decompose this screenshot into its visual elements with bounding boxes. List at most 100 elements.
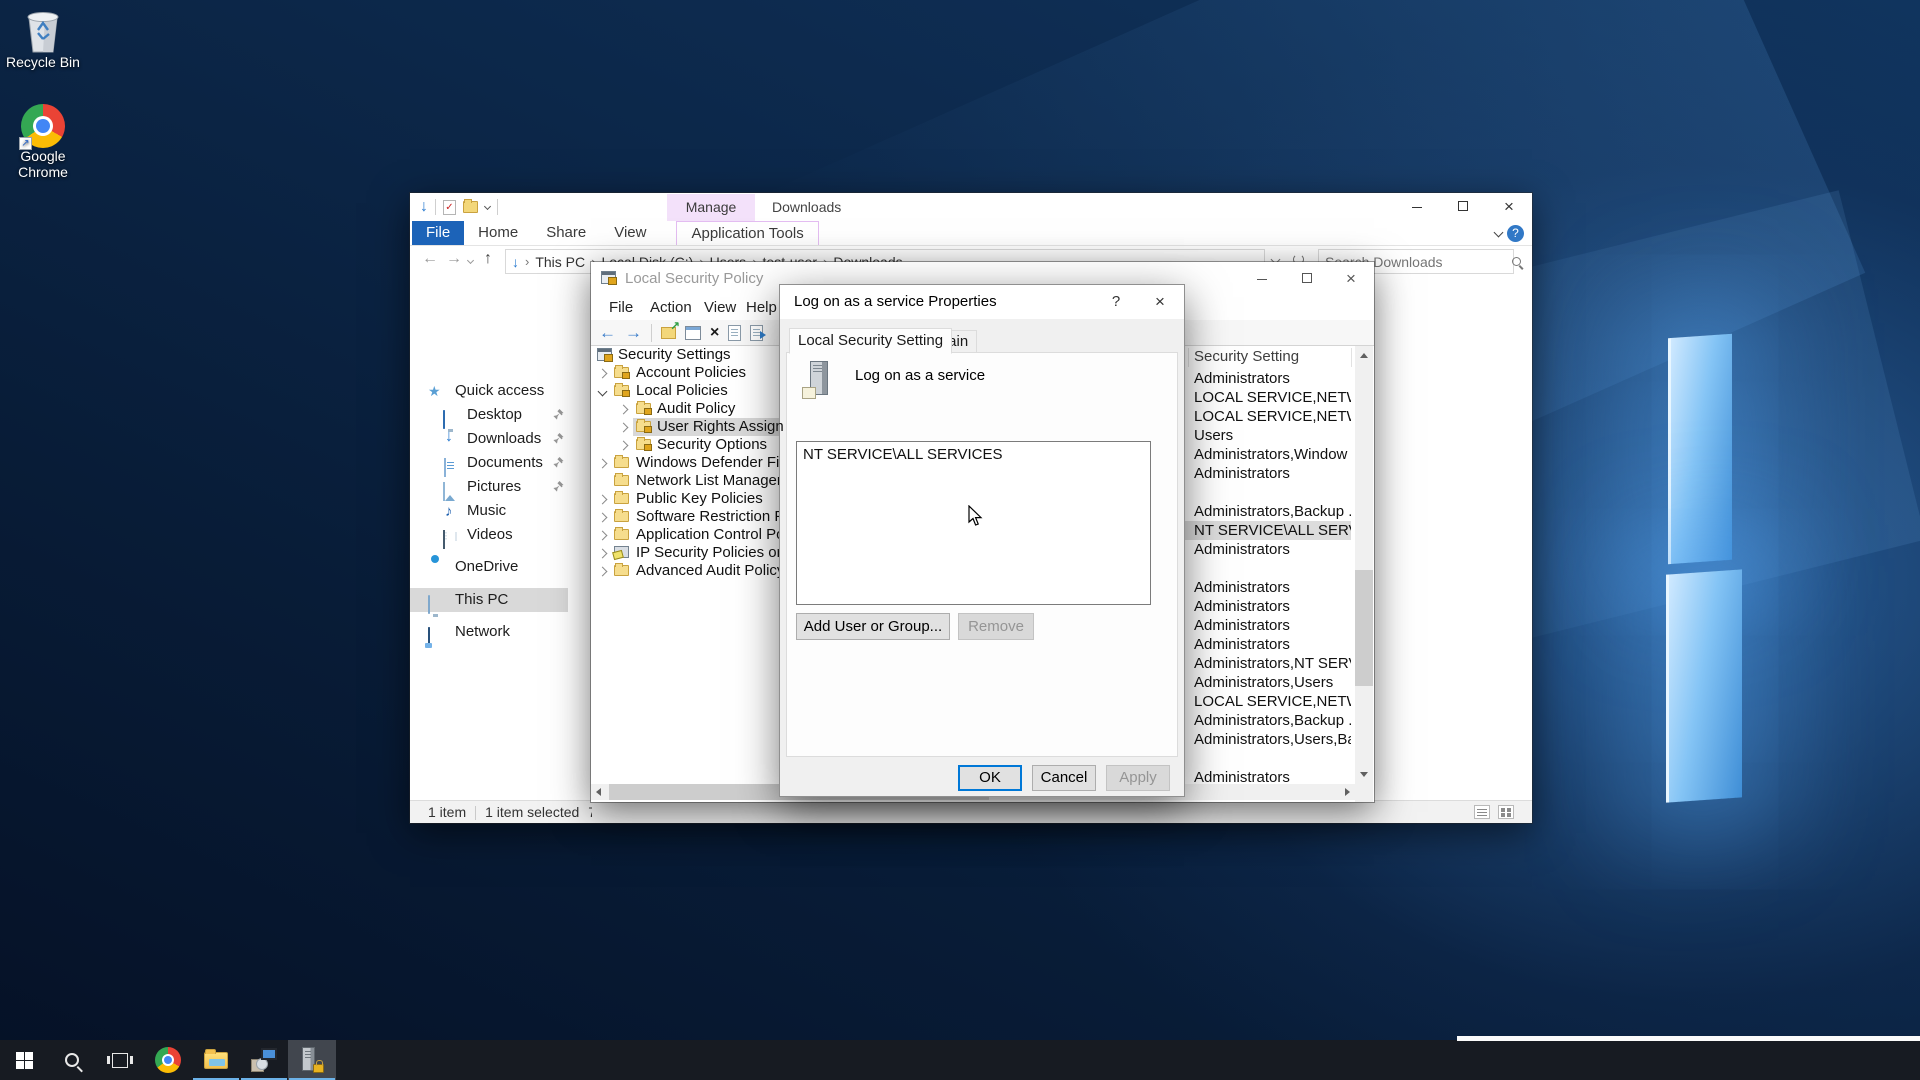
remove-button[interactable]: Remove — [958, 613, 1034, 640]
forward-icon[interactable]: → — [625, 323, 642, 343]
list-row[interactable]: Administrators — [1184, 635, 1351, 654]
minimize-ribbon-chevron-icon[interactable] — [1493, 227, 1504, 238]
start-button[interactable] — [0, 1040, 48, 1080]
tab-home[interactable]: Home — [464, 221, 532, 245]
scroll-down-icon[interactable] — [1360, 772, 1368, 777]
sidebar-item-downloads[interactable]: ↓ Downloads — [410, 427, 576, 451]
minimize-button[interactable] — [1240, 262, 1284, 296]
help-icon[interactable]: ? — [1507, 225, 1524, 242]
scroll-right-icon[interactable] — [1345, 788, 1350, 796]
list-row[interactable]: Administrators,NT SERVI... — [1184, 654, 1351, 673]
desktop-icon-google-chrome[interactable]: ↗ Google Chrome — [0, 104, 86, 180]
details-view-button[interactable] — [1474, 805, 1490, 819]
sidebar-item-pictures[interactable]: Pictures — [410, 475, 576, 501]
taskbar-app-button[interactable] — [240, 1040, 288, 1080]
sidebar-item-onedrive[interactable]: OneDrive — [410, 555, 576, 579]
list-row[interactable]: Administrators — [1184, 597, 1351, 616]
tree-item-user-rights-assignment[interactable]: User Rights Assignmen — [591, 418, 784, 436]
maximize-button[interactable] — [1440, 193, 1486, 219]
tree-item-audit-policy[interactable]: Audit Policy — [591, 400, 784, 418]
member-entry[interactable]: NT SERVICE\ALL SERVICES — [797, 442, 1150, 463]
apply-button[interactable]: Apply — [1106, 765, 1170, 791]
menu-file[interactable]: File — [609, 296, 633, 320]
forward-button[interactable]: → — [446, 250, 462, 268]
list-row[interactable] — [1184, 483, 1351, 502]
properties-icon[interactable]: ✓ — [443, 199, 456, 215]
recent-locations-chevron-icon[interactable] — [466, 256, 475, 265]
scroll-up-icon[interactable] — [1360, 353, 1368, 358]
close-button[interactable]: × — [1486, 193, 1532, 221]
search-icon[interactable] — [1512, 257, 1521, 266]
chevron-right-icon[interactable] — [597, 368, 608, 379]
chevron-right-icon[interactable] — [597, 458, 608, 469]
tree-item-local-policies[interactable]: Local Policies — [591, 382, 784, 400]
tree-item-network-list-manager[interactable]: Network List Manager Poli — [591, 472, 784, 490]
sidebar-item-desktop[interactable]: Desktop — [410, 403, 576, 429]
back-button[interactable]: ← — [422, 250, 438, 268]
tree-item-public-key-policies[interactable]: Public Key Policies — [591, 490, 784, 508]
list-row[interactable]: Administrators — [1184, 768, 1351, 782]
taskbar-chrome-button[interactable] — [144, 1040, 192, 1080]
chevron-right-icon[interactable] — [618, 404, 629, 415]
back-icon[interactable]: ← — [599, 323, 616, 343]
tab-file[interactable]: File — [412, 221, 465, 245]
close-button[interactable]: × — [1329, 262, 1373, 296]
close-button[interactable]: × — [1144, 285, 1176, 319]
list-row[interactable]: LOCAL SERVICE,NETWO... — [1184, 407, 1351, 426]
customize-toolbar-chevron-icon[interactable] — [483, 202, 492, 210]
list-row[interactable]: Administrators — [1184, 369, 1351, 388]
delete-icon[interactable]: × — [710, 324, 719, 342]
desktop-icon-recycle-bin[interactable]: Recycle Bin — [0, 8, 86, 70]
sidebar-item-network[interactable]: Network — [410, 620, 576, 646]
export-list-icon[interactable] — [661, 319, 680, 339]
chevron-right-icon[interactable] — [597, 548, 608, 559]
tree-item-software-restriction-policies[interactable]: Software Restriction Policie — [591, 508, 784, 526]
tab-local-security-setting[interactable]: Local Security Setting — [789, 328, 953, 354]
sidebar-item-music[interactable]: ♪ Music — [410, 499, 576, 523]
minimize-button[interactable] — [1394, 193, 1440, 219]
tree-item-ip-security-policies[interactable]: IP Security Policies on Loca — [591, 544, 784, 562]
list-row[interactable]: Administrators — [1184, 540, 1351, 559]
tree-item-security-options[interactable]: Security Options — [591, 436, 784, 454]
chevron-right-icon[interactable] — [597, 494, 608, 505]
cancel-button[interactable]: Cancel — [1032, 765, 1096, 791]
vertical-scrollbar[interactable] — [1355, 346, 1373, 784]
list-row[interactable]: Administrators,Backup ... — [1184, 711, 1351, 730]
list-row[interactable]: Administrators,Window ... — [1184, 445, 1351, 464]
breadcrumb-this-pc[interactable]: This PC — [535, 254, 585, 270]
chevron-right-icon[interactable] — [597, 530, 608, 541]
chevron-right-icon[interactable] — [618, 440, 629, 451]
list-row[interactable]: Administrators,Backup ... — [1184, 502, 1351, 521]
column-header-security-setting[interactable]: Security Setting — [1194, 348, 1299, 365]
list-row[interactable]: Administrators,Users,Ba... — [1184, 730, 1351, 749]
list-row[interactable]: Administrators — [1184, 464, 1351, 483]
ok-button[interactable]: OK — [958, 765, 1022, 791]
chevron-down-icon[interactable] — [597, 386, 608, 397]
tree-item-security-settings[interactable]: Security Settings — [591, 346, 784, 364]
taskbar-search-button[interactable] — [48, 1040, 96, 1080]
chevron-right-icon[interactable] — [597, 512, 608, 523]
tree-item-application-control-policies[interactable]: Application Control Policie — [591, 526, 784, 544]
menu-action[interactable]: Action — [650, 296, 692, 320]
chevron-right-icon[interactable] — [597, 566, 608, 577]
properties-icon[interactable] — [728, 324, 742, 341]
menu-view[interactable]: View — [704, 296, 736, 320]
sidebar-item-videos[interactable]: Videos — [410, 523, 576, 549]
tree-item-account-policies[interactable]: Account Policies — [591, 364, 784, 382]
list-row[interactable]: LOCAL SERVICE,NETWO... — [1184, 692, 1351, 711]
tab-application-tools[interactable]: Application Tools — [676, 221, 819, 245]
list-row-selected[interactable]: NT SERVICE\ALL SERVIC... — [1184, 521, 1351, 540]
new-folder-icon[interactable] — [463, 199, 478, 213]
tree-item-advanced-audit-policy[interactable]: Advanced Audit Policy Co — [591, 562, 784, 580]
sidebar-item-quick-access[interactable]: ★ Quick access — [410, 379, 576, 403]
up-button[interactable]: ↑ — [484, 250, 492, 268]
scroll-left-icon[interactable] — [596, 788, 601, 796]
sidebar-item-documents[interactable]: Documents — [410, 451, 576, 477]
help-doc-icon[interactable] — [750, 324, 767, 341]
scrollbar-thumb[interactable] — [1355, 570, 1373, 686]
list-row[interactable] — [1184, 559, 1351, 578]
help-button[interactable]: ? — [1100, 285, 1132, 319]
taskbar-local-security-policy-button[interactable] — [288, 1040, 336, 1080]
tab-view[interactable]: View — [600, 221, 660, 245]
maximize-button[interactable] — [1285, 262, 1329, 296]
